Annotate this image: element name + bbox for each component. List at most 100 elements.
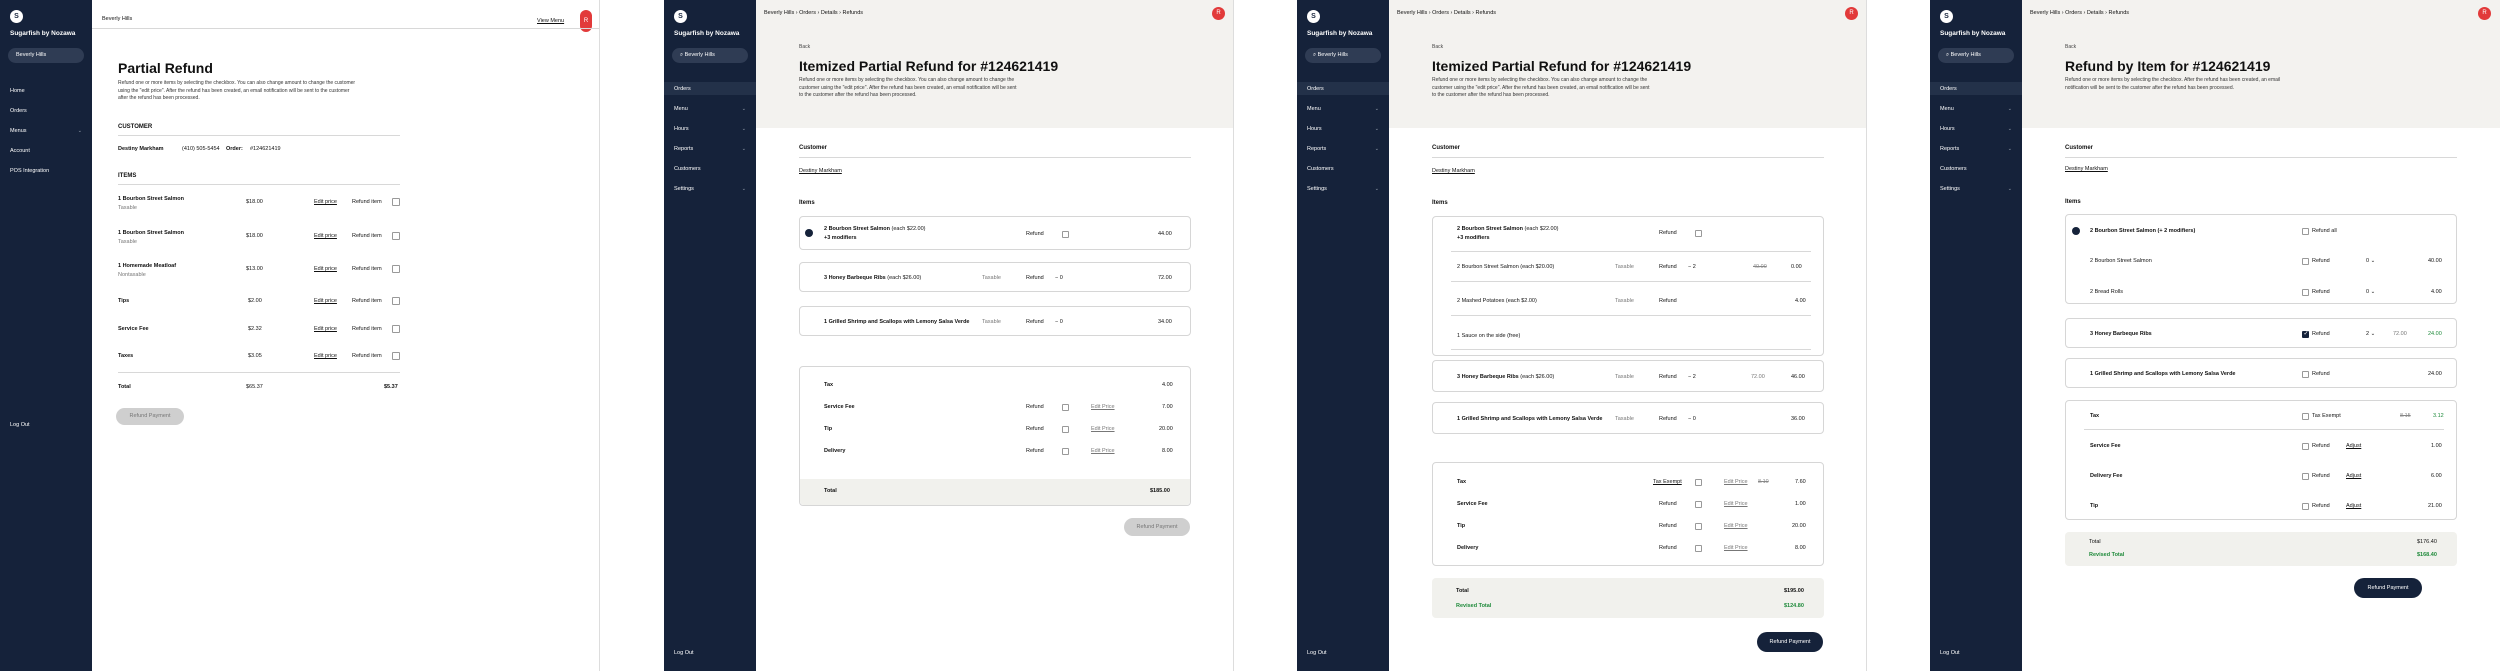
nav-customers[interactable]: Customers [1940,166,1967,172]
refund-item-checkbox[interactable] [392,325,400,333]
refund-payment-button[interactable]: Refund Payment [1124,518,1190,536]
refund-checkbox[interactable] [1695,545,1702,552]
refund-checkbox[interactable] [2302,289,2309,296]
nav-reports[interactable]: Reports [1307,146,1326,152]
location-selector[interactable]: ⌕ Beverly Hills [1938,48,2014,63]
back-link[interactable]: Back [799,44,810,50]
refund-checkbox[interactable] [1695,501,1702,508]
refund-item-checkbox[interactable] [392,297,400,305]
nav-home[interactable]: Home [10,88,25,94]
qty-select[interactable]: 2 ⌄ [2366,331,2375,337]
nav-account[interactable]: Account [10,148,30,154]
refund-payment-button[interactable]: Refund Payment [116,408,184,425]
user-avatar[interactable]: R [1212,7,1225,20]
nav-settings[interactable]: Settings [1940,186,1960,192]
nav-reports[interactable]: Reports [674,146,693,152]
log-out-button[interactable]: Log Out [1307,650,1327,656]
tax-exempt-link[interactable]: Tax Exempt [1653,479,1682,485]
nav-orders[interactable]: Orders [10,108,27,114]
nav-menu[interactable]: Menu [1307,106,1321,112]
nav-menu[interactable]: Menu [1940,106,1954,112]
tax-exempt-checkbox[interactable] [1695,479,1702,486]
refund-checkbox[interactable] [2302,503,2309,510]
qty-stepper[interactable]: − 2 [1688,264,1696,270]
customer-name-link[interactable]: Destiny Markham [1432,168,1475,174]
item-select-radio[interactable] [805,229,813,237]
nav-reports[interactable]: Reports [1940,146,1959,152]
edit-price-link[interactable]: Edit Price [1091,404,1115,410]
log-out-button[interactable]: Log Out [1940,650,1960,656]
nav-orders[interactable]: Orders [1940,86,1957,92]
qty-stepper[interactable]: − 2 [1688,374,1696,380]
view-menu-link[interactable]: View Menu [537,18,564,24]
edit-price-link[interactable]: Edit Price [1724,545,1748,551]
refund-checkbox[interactable] [1695,230,1702,237]
nav-settings[interactable]: Settings [1307,186,1327,192]
nav-hours[interactable]: Hours [1307,126,1322,132]
edit-price-link[interactable]: Edit price [314,199,337,205]
refund-item-checkbox[interactable] [392,352,400,360]
nav-customers[interactable]: Customers [1307,166,1334,172]
refund-payment-button[interactable]: Refund Payment [1757,632,1823,652]
edit-price-link[interactable]: Edit price [314,326,337,332]
refund-checkbox[interactable] [2302,371,2309,378]
location-selector[interactable]: ⌕ Beverly Hills [672,48,748,63]
item-select-radio[interactable] [2072,227,2080,235]
breadcrumb[interactable]: Beverly Hills › Orders › Details › Refun… [764,10,863,16]
edit-price-link[interactable]: Edit price [314,266,337,272]
customer-name-link[interactable]: Destiny Markham [799,168,842,174]
edit-price-link[interactable]: Edit Price [1724,479,1748,485]
edit-price-link[interactable]: Edit price [314,353,337,359]
nav-menus[interactable]: Menus [10,128,27,134]
nav-customers[interactable]: Customers [674,166,701,172]
qty-select[interactable]: 0 ⌄ [2366,258,2375,264]
item-modifiers[interactable]: +3 modifiers [824,235,857,241]
refund-checkbox[interactable] [1695,523,1702,530]
log-out-button[interactable]: Log Out [10,422,30,428]
back-link[interactable]: Back [1432,44,1443,50]
refund-item-checkbox[interactable] [392,232,400,240]
item-modifiers[interactable]: +3 modifiers [1457,235,1490,241]
adjust-link[interactable]: Adjust [2346,473,2361,479]
refund-checkbox[interactable] [2302,330,2309,338]
location-selector[interactable]: Beverly Hills [8,48,84,63]
edit-price-link[interactable]: Edit Price [1724,523,1748,529]
refund-checkbox[interactable] [1062,448,1069,455]
breadcrumb[interactable]: Beverly Hills › Orders › Details › Refun… [1397,10,1496,16]
nav-menu[interactable]: Menu [674,106,688,112]
nav-hours[interactable]: Hours [674,126,689,132]
edit-price-link[interactable]: Edit price [314,298,337,304]
nav-orders[interactable]: Orders [674,86,691,92]
refund-all-checkbox[interactable] [2302,228,2309,235]
edit-price-link[interactable]: Edit price [314,233,337,239]
nav-hours[interactable]: Hours [1940,126,1955,132]
qty-stepper[interactable]: − 0 [1688,416,1696,422]
refund-item-checkbox[interactable] [392,198,400,206]
log-out-button[interactable]: Log Out [674,650,694,656]
refund-checkbox[interactable] [1062,231,1069,238]
qty-stepper[interactable]: − 0 [1055,319,1063,325]
refund-checkbox[interactable] [2302,443,2309,450]
qty-stepper[interactable]: − 0 [1055,275,1063,281]
nav-settings[interactable]: Settings [674,186,694,192]
refund-checkbox[interactable] [1062,426,1069,433]
refund-checkbox[interactable] [2302,473,2309,480]
nav-orders[interactable]: Orders [1307,86,1324,92]
refund-checkbox[interactable] [2302,258,2309,265]
refund-item-checkbox[interactable] [392,265,400,273]
tax-exempt-checkbox[interactable] [2302,413,2309,420]
nav-pos-integration[interactable]: POS Integration [10,168,49,174]
refund-payment-button[interactable]: Refund Payment [2354,578,2422,598]
edit-price-link[interactable]: Edit Price [1091,426,1115,432]
adjust-link[interactable]: Adjust [2346,503,2361,509]
edit-price-link[interactable]: Edit Price [1724,501,1748,507]
location-selector[interactable]: ⌕ Beverly Hills [1305,48,1381,63]
back-link[interactable]: Back [2065,44,2076,50]
adjust-link[interactable]: Adjust [2346,443,2361,449]
user-avatar[interactable]: R [2478,7,2491,20]
breadcrumb[interactable]: Beverly Hills › Orders › Details › Refun… [2030,10,2129,16]
qty-select[interactable]: 0 ⌄ [2366,289,2375,295]
edit-price-link[interactable]: Edit Price [1091,448,1115,454]
user-avatar[interactable]: R [1845,7,1858,20]
customer-name-link[interactable]: Destiny Markham [2065,166,2108,172]
